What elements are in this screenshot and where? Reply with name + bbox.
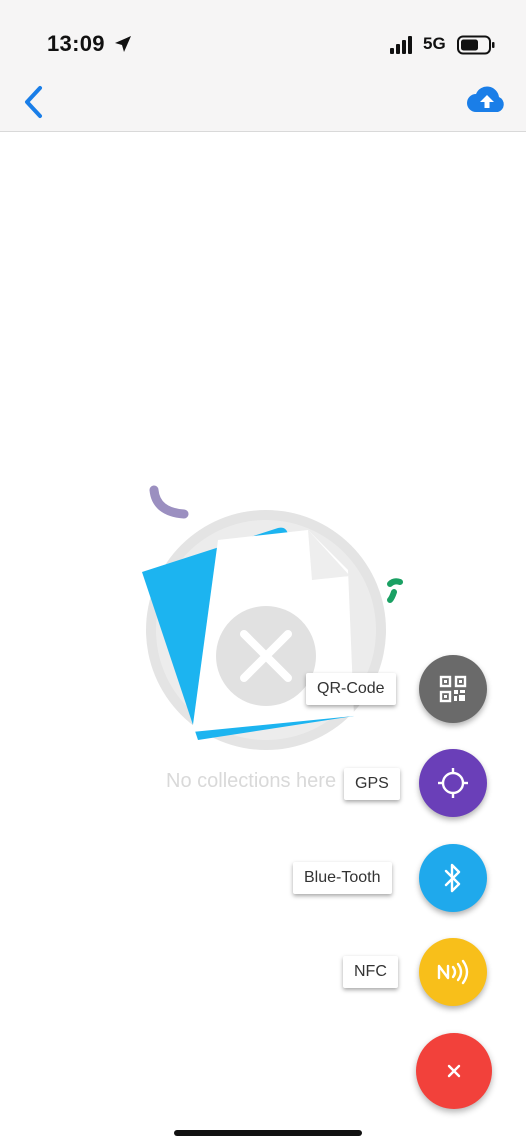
- empty-state-message: No collections here: [166, 770, 337, 792]
- chevron-left-icon[interactable]: [18, 83, 52, 121]
- location-arrow-icon: [115, 36, 131, 52]
- network-type: 5G: [423, 34, 446, 53]
- qr-code-button[interactable]: [419, 655, 487, 723]
- cellular-signal-icon: [390, 36, 412, 54]
- speed-dial-close-button[interactable]: [416, 1033, 492, 1109]
- qr-code-label[interactable]: QR-Code: [306, 673, 396, 705]
- bluetooth-label[interactable]: Blue-Tooth: [293, 862, 392, 894]
- home-indicator: [174, 1130, 362, 1136]
- battery-icon: [457, 35, 495, 55]
- navigation-bar: [0, 70, 526, 132]
- empty-collection-illustration: [142, 485, 403, 750]
- nfc-icon: [437, 959, 469, 985]
- cloud-upload-icon[interactable]: [466, 85, 508, 117]
- nfc-button[interactable]: [419, 938, 487, 1006]
- status-time: 13:09: [47, 31, 105, 56]
- bluetooth-button[interactable]: [419, 844, 487, 912]
- bluetooth-icon: [444, 863, 461, 893]
- close-icon: [447, 1064, 461, 1078]
- gps-button[interactable]: [419, 749, 487, 817]
- status-bar: 13:09 5G: [0, 0, 526, 70]
- gps-label[interactable]: GPS: [344, 768, 400, 800]
- nfc-label[interactable]: NFC: [343, 956, 398, 988]
- gps-crosshair-icon: [438, 768, 468, 798]
- qr-code-icon: [439, 675, 467, 703]
